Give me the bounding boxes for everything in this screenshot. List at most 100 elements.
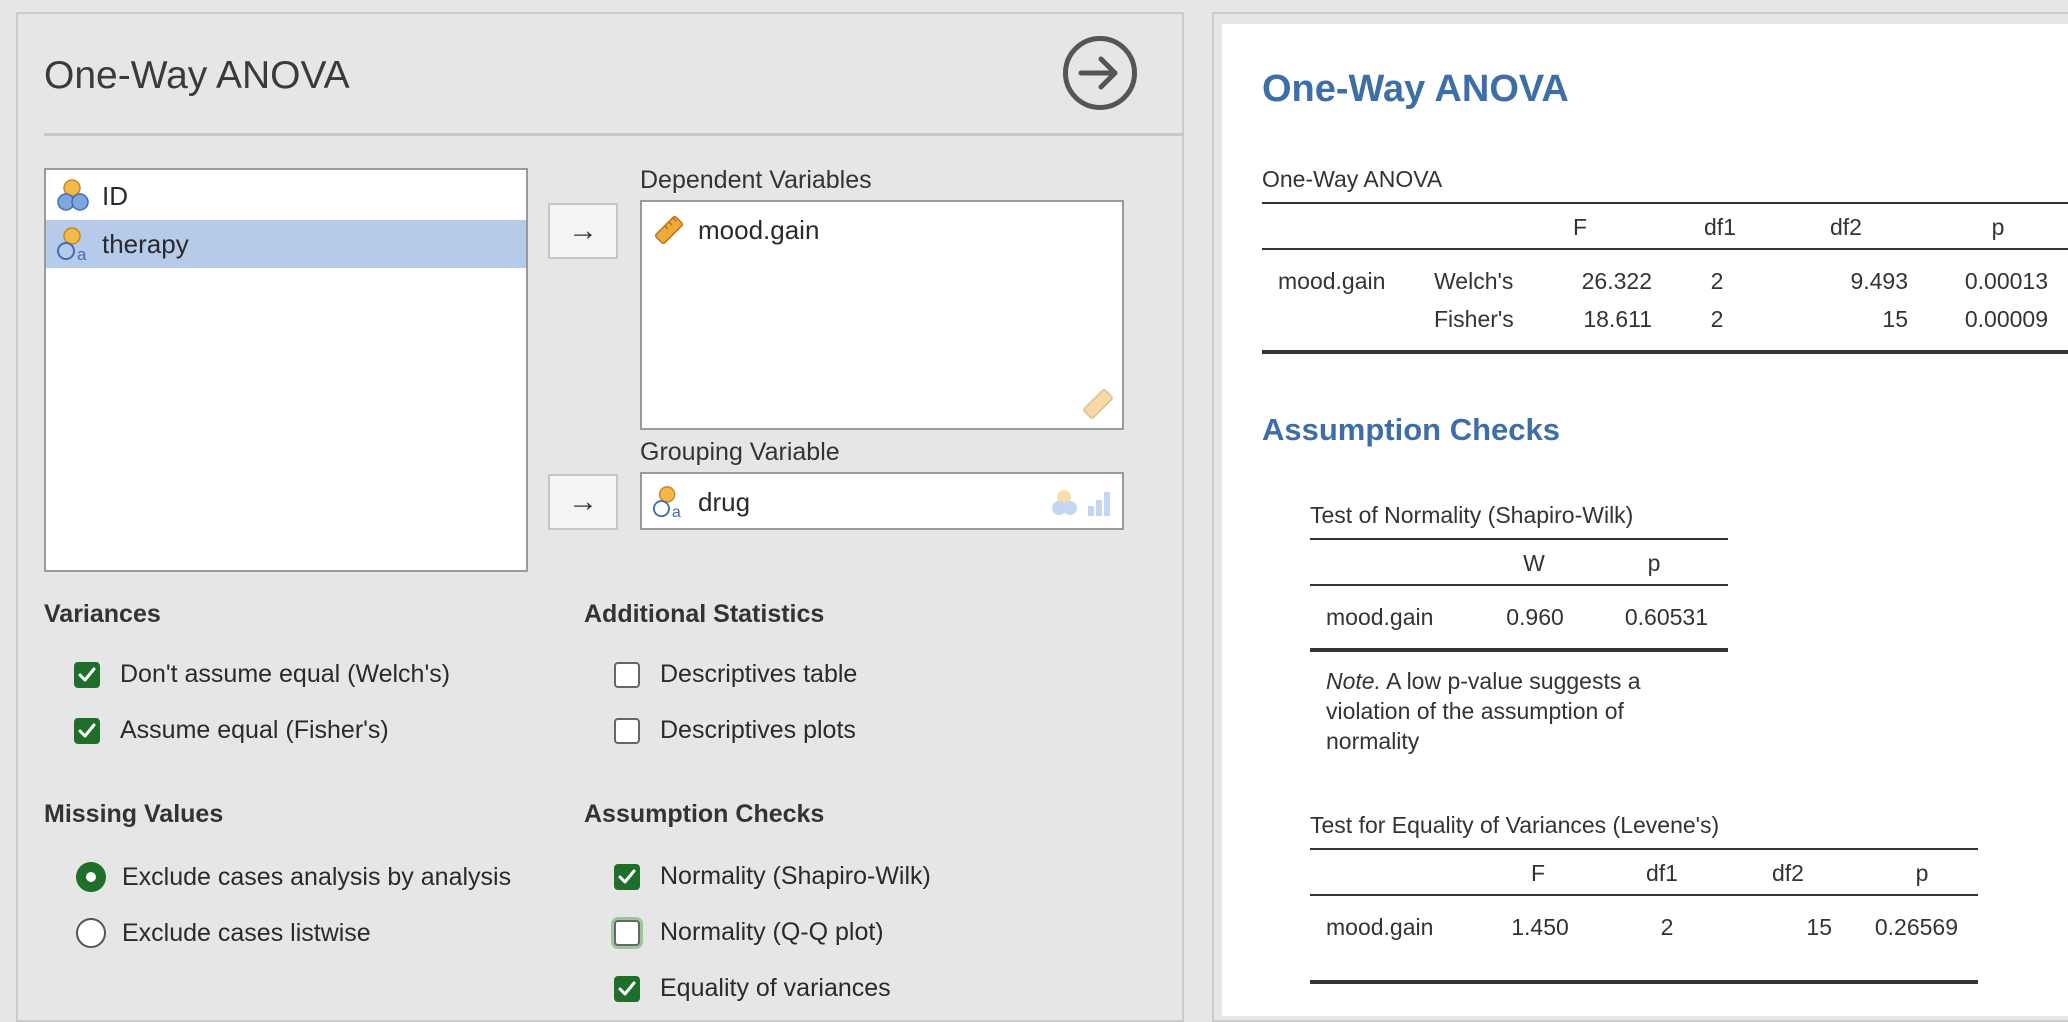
arrow-right-icon: → [568, 214, 598, 247]
grouping-item[interactable]: a drug [652, 480, 750, 524]
nominal-ordinal-icon [1052, 490, 1110, 516]
variable-list[interactable]: ID a therapy [44, 168, 528, 572]
anova-header-df1: df1 [1704, 214, 1736, 240]
checkbox-checked-icon[interactable] [614, 863, 640, 890]
qq-plot-checkbox-option[interactable]: Normality (Q-Q plot) [614, 918, 884, 947]
table-cell: 1.450 [1511, 914, 1569, 940]
table-cell: 26.322 [1581, 268, 1652, 294]
arrow-right-icon: → [568, 485, 598, 518]
anova-table-title: One-Way ANOVA [1262, 166, 1443, 192]
radio-label: Exclude cases analysis by analysis [122, 862, 512, 891]
assumption-checks-heading: Assumption Checks [584, 800, 825, 828]
table-cell: mood.gain [1278, 268, 1386, 294]
nominal-text-variable-icon: a [652, 486, 681, 519]
table-cell: 18.611 [1583, 306, 1652, 332]
results-title: One-Way ANOVA [1262, 68, 1569, 110]
welch-checkbox-option[interactable]: Don't assume equal (Welch's) [74, 660, 450, 689]
table-rule [1310, 648, 1728, 652]
fisher-checkbox-option[interactable]: Assume equal (Fisher's) [74, 716, 389, 745]
radio-label: Exclude cases listwise [122, 918, 371, 947]
results-output: One-Way ANOVA One-Way ANOVA F df1 df2 p … [1222, 24, 2068, 1016]
table-cell: 0.00009 [1964, 306, 2048, 332]
shapiro-wilk-checkbox-option[interactable]: Normality (Shapiro-Wilk) [614, 862, 931, 891]
dependent-item-label: mood.gain [698, 214, 820, 245]
normality-header-p: p [1647, 550, 1661, 576]
table-cell: 0.00013 [1964, 268, 2048, 294]
dependent-variables-label: Dependent Variables [640, 166, 872, 194]
table-cell: 2 [1710, 268, 1724, 294]
table-cell: 0.26569 [1874, 914, 1958, 940]
arrow-right-icon [1078, 56, 1118, 90]
checkbox-unchecked-icon[interactable] [614, 919, 640, 946]
levene-header-df2: df2 [1772, 860, 1804, 886]
table-rule [1310, 848, 1978, 850]
table-cell: Welch's [1434, 268, 1514, 294]
variable-item-id[interactable]: ID [46, 172, 526, 220]
table-cell: 0.960 [1506, 604, 1564, 630]
table-rule [1310, 894, 1978, 896]
anova-header-df2: df2 [1830, 214, 1862, 240]
checkbox-checked-icon[interactable] [74, 661, 100, 688]
levene-header-df1: df1 [1646, 860, 1678, 886]
checkbox-label: Equality of variances [660, 974, 891, 1002]
table-cell: 9.493 [1850, 268, 1908, 294]
checkbox-unchecked-icon[interactable] [614, 661, 640, 688]
additional-statistics-heading: Additional Statistics [584, 600, 825, 628]
anova-header-p: p [1991, 214, 2005, 240]
exclude-listwise-radio-option[interactable]: Exclude cases listwise [76, 918, 371, 948]
checkbox-label: Normality (Q-Q plot) [660, 918, 884, 946]
table-rule [1262, 248, 2068, 250]
table-cell: 15 [1806, 914, 1832, 940]
title-divider [44, 133, 1184, 136]
move-to-dependent-button[interactable]: → [548, 203, 618, 259]
variances-heading: Variances [44, 600, 161, 628]
checkbox-unchecked-icon[interactable] [614, 717, 640, 744]
levene-table-title: Test for Equality of Variances (Levene's… [1310, 812, 1720, 838]
table-cell: 15 [1882, 306, 1908, 332]
exclude-analysis-radio-option[interactable]: Exclude cases analysis by analysis [76, 862, 511, 892]
table-cell: 2 [1710, 306, 1724, 332]
anova-header-f: F [1572, 214, 1588, 240]
normality-header-w: W [1523, 550, 1545, 576]
analysis-title: One-Way ANOVA [44, 54, 350, 97]
descriptives-table-checkbox-option[interactable]: Descriptives table [614, 660, 857, 689]
table-cell: mood.gain [1326, 914, 1434, 940]
radio-selected-icon[interactable] [76, 862, 106, 892]
svg-text:a: a [77, 245, 87, 262]
checkbox-label: Descriptives table [660, 660, 858, 688]
dependent-item[interactable]: mood.gain [652, 208, 819, 252]
ruler-icon [1083, 389, 1113, 419]
checkbox-label: Assume equal (Fisher's) [120, 716, 389, 744]
checkbox-checked-icon[interactable] [74, 717, 100, 744]
table-cell: 2 [1660, 914, 1674, 940]
variable-label: ID [102, 180, 128, 211]
table-rule [1310, 538, 1728, 540]
table-cell: mood.gain [1326, 604, 1434, 630]
table-cell: Fisher's [1434, 306, 1514, 332]
grouping-variable-label: Grouping Variable [640, 438, 840, 466]
dependent-variables-box[interactable]: mood.gain [640, 200, 1124, 430]
note-label: Note. [1326, 668, 1381, 694]
checkbox-label: Normality (Shapiro-Wilk) [660, 862, 931, 890]
table-rule [1262, 202, 2068, 204]
move-to-grouping-button[interactable]: → [548, 474, 618, 530]
nominal-variable-icon [56, 178, 92, 214]
nominal-text-variable-icon: a [56, 226, 92, 264]
equality-variances-checkbox-option[interactable]: Equality of variances [614, 974, 891, 1003]
variable-item-therapy[interactable]: a therapy [46, 220, 526, 268]
checkbox-label: Descriptives plots [660, 716, 856, 744]
assumption-checks-title: Assumption Checks [1262, 412, 1561, 447]
normality-note: Note. A low p-value suggests a violation… [1326, 666, 1706, 756]
svg-text:a: a [672, 503, 681, 519]
ruler-icon [654, 215, 684, 245]
run-arrow-button[interactable] [1063, 36, 1137, 110]
table-rule [1310, 980, 1978, 984]
checkbox-label: Don't assume equal (Welch's) [120, 660, 451, 688]
grouping-item-label: drug [698, 486, 751, 517]
radio-unselected-icon[interactable] [76, 918, 106, 948]
grouping-variable-box[interactable]: a drug [640, 472, 1124, 530]
checkbox-checked-icon[interactable] [614, 975, 640, 1002]
descriptives-plots-checkbox-option[interactable]: Descriptives plots [614, 716, 856, 745]
table-cell: 0.60531 [1624, 604, 1708, 630]
normality-table-title: Test of Normality (Shapiro-Wilk) [1310, 502, 1634, 528]
